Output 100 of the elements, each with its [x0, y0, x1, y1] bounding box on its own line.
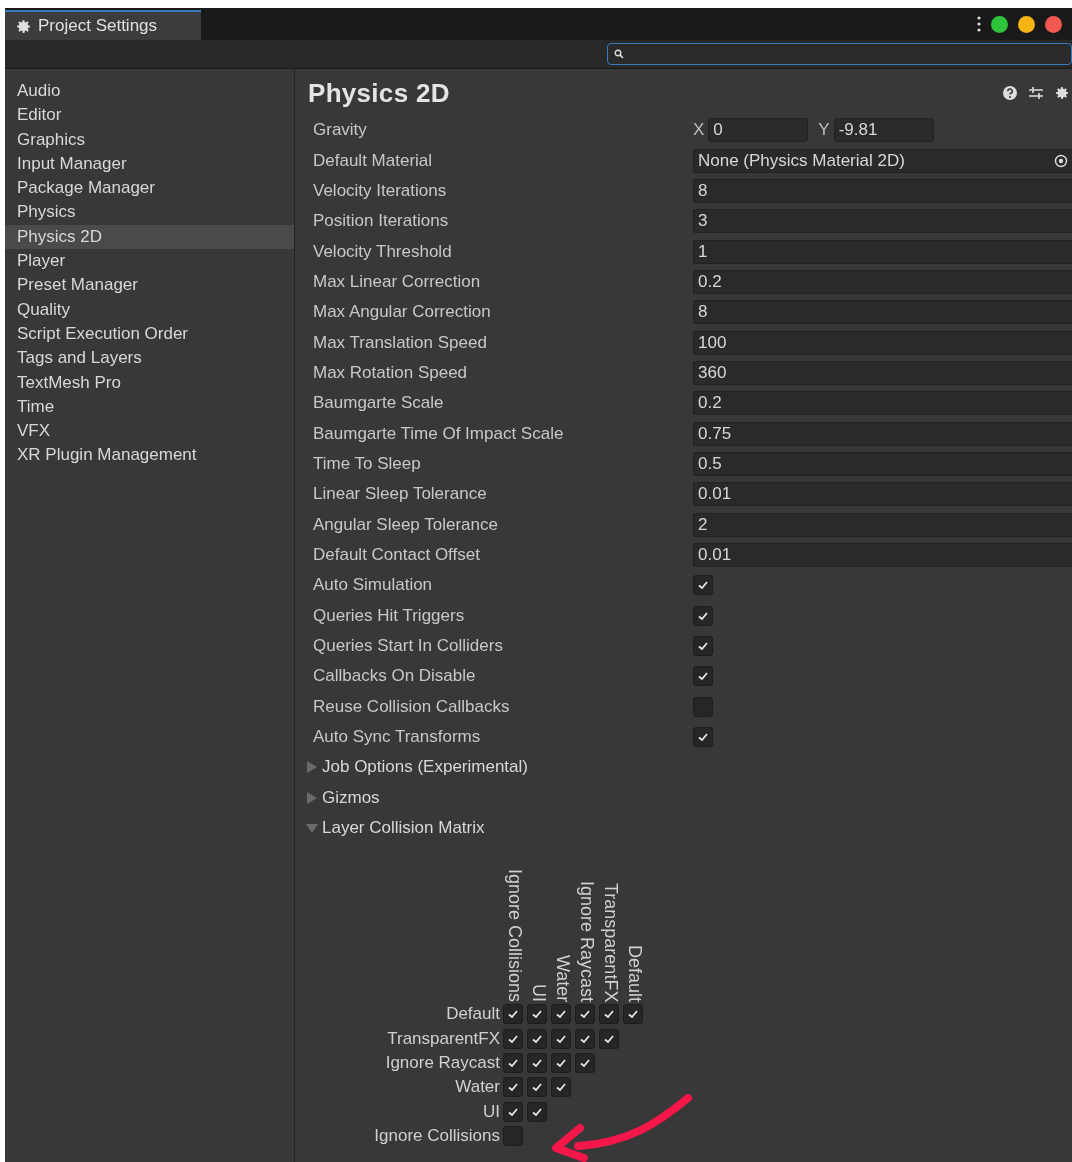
setting-label: Queries Start In Colliders — [313, 636, 504, 656]
help-icon[interactable] — [1002, 85, 1018, 101]
number-field[interactable]: 0.01 — [693, 543, 1072, 567]
setting-label: Max Angular Correction — [313, 302, 492, 323]
sidebar-item[interactable]: Physics — [5, 200, 294, 225]
foldout-header[interactable]: Job Options (Experimental) — [306, 752, 1072, 783]
setting-label: Default Contact Offset — [313, 545, 481, 565]
setting-label: Velocity Iterations — [313, 180, 448, 201]
sidebar-item[interactable]: Script Execution Order — [5, 321, 294, 347]
number-field[interactable]: 100 — [693, 330, 1072, 355]
target-icon[interactable] — [1054, 153, 1068, 168]
sidebar-item[interactable]: Preset Manager — [5, 273, 294, 298]
sidebar-item[interactable]: Package Manager — [5, 176, 294, 201]
gear-icon — [15, 17, 32, 35]
checkmark-icon — [579, 1057, 591, 1070]
setting-label: Default Material — [313, 150, 434, 171]
matrix-checkbox[interactable] — [575, 1053, 595, 1074]
number-field[interactable]: 8 — [693, 178, 1072, 203]
checkbox[interactable] — [693, 605, 713, 626]
number-field[interactable]: 0.01 — [693, 482, 1072, 507]
sidebar-item[interactable]: VFX — [5, 419, 294, 444]
sidebar-item[interactable]: Time — [5, 394, 294, 420]
matrix-checkbox[interactable] — [527, 1101, 547, 1122]
sliders-icon[interactable] — [1028, 85, 1044, 101]
matrix-checkbox[interactable] — [503, 1125, 523, 1146]
sidebar-item[interactable]: Editor — [5, 103, 294, 128]
triangle-right-icon — [306, 791, 318, 804]
number-field[interactable]: 0.2 — [693, 391, 1072, 416]
checkmark-icon — [555, 1081, 567, 1094]
sidebar-item[interactable]: Tags and Layers — [5, 346, 294, 371]
axis-label: Y — [818, 120, 830, 141]
sidebar-item[interactable]: Quality — [5, 297, 294, 322]
matrix-checkbox[interactable] — [527, 1004, 547, 1025]
column-header: TransparentFX — [600, 882, 622, 1003]
number-field[interactable]: 0.5 — [693, 451, 1072, 476]
setting-label: Velocity Threshold — [313, 241, 453, 262]
sidebar-item[interactable]: Graphics — [5, 127, 294, 152]
column-header: Water — [552, 955, 574, 1003]
setting-label: Max Linear Correction — [313, 271, 482, 292]
checkbox[interactable] — [693, 727, 713, 748]
sidebar-item[interactable]: Physics 2D — [5, 224, 294, 250]
search-icon — [614, 49, 624, 59]
maximize-button[interactable] — [991, 15, 1008, 33]
setting-label: Angular Sleep Tolerance — [313, 514, 499, 535]
matrix-checkbox[interactable] — [503, 1028, 523, 1049]
checkbox[interactable] — [693, 696, 713, 717]
close-button[interactable] — [1045, 15, 1062, 33]
number-field[interactable]: 0.2 — [693, 269, 1072, 294]
more-options-icon[interactable] — [977, 16, 981, 32]
matrix-checkbox[interactable] — [551, 1004, 571, 1025]
checkmark-icon — [697, 640, 709, 652]
checkmark-icon — [555, 1008, 567, 1021]
layer-label: Default — [445, 1004, 501, 1025]
column-header: Ignore Collisions — [504, 869, 526, 1003]
sidebar-item[interactable]: Player — [5, 249, 294, 274]
matrix-checkbox[interactable] — [527, 1028, 547, 1049]
checkmark-icon — [507, 1008, 519, 1021]
setting-label: Linear Sleep Tolerance — [313, 484, 488, 505]
object-field[interactable]: None (Physics Material 2D) — [693, 148, 1072, 173]
matrix-checkbox[interactable] — [503, 1004, 523, 1025]
checkmark-icon — [531, 1008, 543, 1021]
sidebar-item[interactable]: Audio — [5, 79, 294, 104]
search-field[interactable] — [607, 43, 1072, 65]
window-tab[interactable]: Project Settings — [5, 10, 201, 40]
number-field[interactable]: 8 — [693, 300, 1072, 325]
matrix-checkbox[interactable] — [599, 1004, 619, 1025]
checkbox[interactable] — [693, 636, 713, 656]
matrix-checkbox[interactable] — [623, 1004, 643, 1025]
layer-label: TransparentFX — [386, 1028, 501, 1049]
matrix-checkbox[interactable] — [527, 1053, 547, 1074]
number-field[interactable]: 360 — [693, 360, 1072, 385]
minimize-button[interactable] — [1018, 15, 1035, 33]
matrix-checkbox[interactable] — [575, 1028, 595, 1049]
number-field[interactable]: 0.75 — [693, 421, 1072, 446]
matrix-checkbox[interactable] — [503, 1101, 523, 1122]
sidebar-item[interactable]: Input Manager — [5, 151, 294, 177]
foldout-header[interactable]: Gizmos — [306, 782, 1072, 813]
number-field[interactable]: 1 — [693, 239, 1072, 264]
checkbox[interactable] — [693, 666, 713, 687]
matrix-checkbox[interactable] — [599, 1028, 619, 1049]
number-field[interactable]: 3 — [693, 209, 1072, 234]
matrix-checkbox[interactable] — [551, 1077, 571, 1098]
sidebar-item[interactable]: TextMesh Pro — [5, 370, 294, 395]
foldout-header[interactable]: Layer Collision Matrix — [306, 812, 1072, 844]
sidebar-item[interactable]: XR Plugin Management — [5, 443, 294, 468]
matrix-checkbox[interactable] — [503, 1053, 523, 1074]
matrix-checkbox[interactable] — [575, 1004, 595, 1025]
checkmark-icon — [531, 1057, 543, 1070]
matrix-checkbox[interactable] — [527, 1077, 547, 1098]
matrix-checkbox[interactable] — [551, 1028, 571, 1049]
column-header: Ignore Raycast — [576, 881, 598, 1003]
settings-icon[interactable] — [1054, 85, 1070, 101]
matrix-checkbox[interactable] — [503, 1077, 523, 1098]
checkmark-icon — [507, 1057, 519, 1070]
number-field[interactable]: 0 — [708, 118, 809, 143]
number-field[interactable]: -9.81 — [833, 118, 934, 143]
matrix-checkbox[interactable] — [551, 1053, 571, 1074]
checkmark-icon — [697, 670, 709, 683]
checkbox[interactable] — [693, 575, 713, 596]
number-field[interactable]: 2 — [693, 512, 1072, 537]
